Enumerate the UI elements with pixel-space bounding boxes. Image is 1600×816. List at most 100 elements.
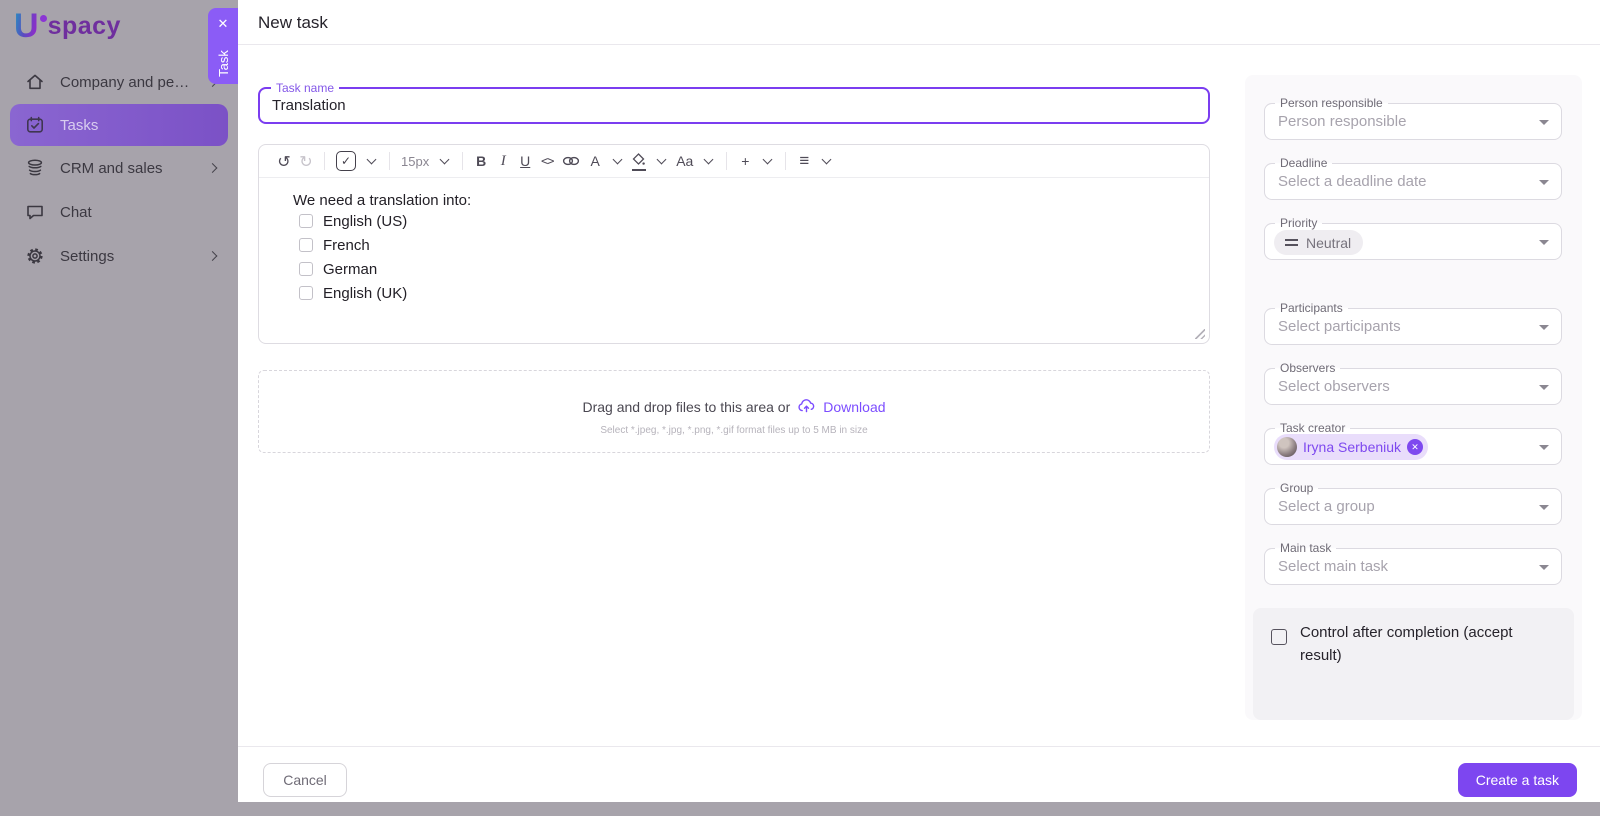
group-select[interactable]: Group Select a group <box>1264 488 1562 525</box>
field-placeholder: Select main task <box>1278 549 1388 584</box>
bold-button[interactable]: B <box>470 148 492 174</box>
remove-user-icon[interactable]: ✕ <box>1407 439 1423 455</box>
task-name-input[interactable] <box>272 89 1192 122</box>
logo-letter: U <box>14 8 39 44</box>
page-title: New task <box>238 0 1600 45</box>
field-placeholder: Select a deadline date <box>1278 164 1426 199</box>
gear-icon <box>24 246 45 267</box>
participants-select[interactable]: Participants Select participants <box>1264 308 1562 345</box>
logo-text: spacy <box>48 12 121 41</box>
checklist-item: German <box>299 257 1209 281</box>
tasks-calendar-icon <box>24 115 45 136</box>
footer-bar: Cancel Create a task <box>238 746 1600 802</box>
uspacy-logo[interactable]: U spacy <box>14 8 121 44</box>
chevron-down-icon <box>1539 445 1549 450</box>
redo-icon[interactable]: ↻ <box>295 148 317 174</box>
chevron-down-icon <box>1539 565 1549 570</box>
create-task-button[interactable]: Create a task <box>1458 763 1577 797</box>
control-checkbox[interactable] <box>1271 629 1287 645</box>
insert-dropdown[interactable] <box>756 148 778 174</box>
chat-bubble-icon <box>24 202 45 223</box>
sidebar-item-crm[interactable]: CRM and sales <box>0 146 238 190</box>
priority-select[interactable]: Priority Neutral <box>1264 223 1562 260</box>
font-size-button[interactable]: 15px <box>397 148 433 174</box>
chevron-down-icon <box>656 155 666 165</box>
dropzone-hint: Select *.jpeg, *.jpg, *.png, *.gif forma… <box>259 425 1209 436</box>
task-details-panel: Person responsible Person responsible De… <box>1245 75 1582 720</box>
code-button[interactable]: <> <box>536 148 558 174</box>
checklist-item: English (US) <box>299 209 1209 233</box>
checkbox[interactable] <box>299 286 313 300</box>
chevron-down-icon <box>1539 240 1549 245</box>
field-placeholder: Person responsible <box>1278 104 1406 139</box>
download-link[interactable]: Download <box>823 399 885 415</box>
italic-button[interactable]: I <box>492 148 514 174</box>
text-color-button[interactable]: A <box>584 148 606 174</box>
underline-button[interactable]: U <box>514 148 536 174</box>
chevron-down-icon <box>703 155 713 165</box>
sidebar-item-chat[interactable]: Chat <box>0 190 238 234</box>
task-tab-label: Task <box>215 50 230 77</box>
close-icon[interactable]: ✕ <box>218 17 229 30</box>
main-task-select[interactable]: Main task Select main task <box>1264 548 1562 585</box>
cancel-button[interactable]: Cancel <box>263 763 347 797</box>
toolbar-divider <box>726 152 727 170</box>
checkbox[interactable] <box>299 238 313 252</box>
field-placeholder: Select a group <box>1278 489 1375 524</box>
task-creator-name: Iryna Serbeniuk <box>1303 439 1401 455</box>
task-name-field: Task name <box>258 87 1210 124</box>
highlight-color-dropdown[interactable] <box>650 148 672 174</box>
observers-select[interactable]: Observers Select observers <box>1264 368 1562 405</box>
font-size-dropdown[interactable] <box>433 148 455 174</box>
sidebar-item-label: Chat <box>60 204 92 221</box>
crm-database-icon <box>24 158 45 179</box>
editor-content[interactable]: We need a translation into: English (US)… <box>259 178 1209 305</box>
chevron-down-icon <box>612 155 622 165</box>
link-icon[interactable] <box>558 148 584 174</box>
person-responsible-select[interactable]: Person responsible Person responsible <box>1264 103 1562 140</box>
logo-dot-icon <box>40 15 47 22</box>
highlight-color-icon[interactable] <box>628 148 650 174</box>
control-checkbox-label[interactable]: Control after completion (accept result) <box>1300 621 1554 667</box>
insert-button[interactable]: + <box>734 148 756 174</box>
sidebar-item-label: Settings <box>60 248 114 265</box>
panel-header: New task <box>238 0 1600 45</box>
task-creator-chip: Iryna Serbeniuk ✕ <box>1274 434 1428 460</box>
field-placeholder: Select observers <box>1278 369 1390 404</box>
sidebar-item-tasks[interactable]: Tasks <box>10 104 228 146</box>
checklist-button[interactable]: ✓ <box>332 148 360 174</box>
field-placeholder: Select participants <box>1278 309 1401 344</box>
text-style-button[interactable]: Aa <box>672 148 697 174</box>
checkbox-icon: ✓ <box>336 151 356 171</box>
align-dropdown[interactable] <box>815 148 837 174</box>
text-color-dropdown[interactable] <box>606 148 628 174</box>
deadline-select[interactable]: Deadline Select a deadline date <box>1264 163 1562 200</box>
sidebar: U spacy Company and pe… Tasks CRM and sa… <box>0 0 238 816</box>
task-slideover-tab[interactable]: ✕ Task <box>208 8 238 84</box>
chevron-down-icon <box>821 155 831 165</box>
checklist-dropdown[interactable] <box>360 148 382 174</box>
chevron-down-icon <box>439 155 449 165</box>
priority-chip: Neutral <box>1274 230 1363 255</box>
home-icon <box>24 72 45 93</box>
align-button[interactable]: ≡ <box>793 148 815 174</box>
sidebar-item-settings[interactable]: Settings <box>0 234 238 278</box>
upload-cloud-icon <box>797 398 816 416</box>
checkbox[interactable] <box>299 214 313 228</box>
description-editor: ↺ ↻ ✓ 15px B I U <> A Aa + <box>258 144 1210 344</box>
editor-resize-handle[interactable] <box>1195 329 1205 339</box>
sidebar-item-company[interactable]: Company and pe… <box>0 60 238 104</box>
toolbar-divider <box>324 152 325 170</box>
control-after-completion-box: Control after completion (accept result) <box>1253 608 1574 720</box>
text-style-dropdown[interactable] <box>697 148 719 174</box>
checklist-item: French <box>299 233 1209 257</box>
checkbox[interactable] <box>299 262 313 276</box>
chevron-down-icon <box>762 155 772 165</box>
undo-icon[interactable]: ↺ <box>273 148 295 174</box>
sidebar-item-label: Company and pe… <box>60 74 189 91</box>
file-dropzone[interactable]: Drag and drop files to this area or Down… <box>258 370 1210 453</box>
checklist-item-label: German <box>323 261 377 278</box>
sidebar-item-label: Tasks <box>60 117 98 134</box>
task-creator-select[interactable]: Task creator Iryna Serbeniuk ✕ <box>1264 428 1562 465</box>
editor-toolbar: ↺ ↻ ✓ 15px B I U <> A Aa + <box>259 145 1209 178</box>
